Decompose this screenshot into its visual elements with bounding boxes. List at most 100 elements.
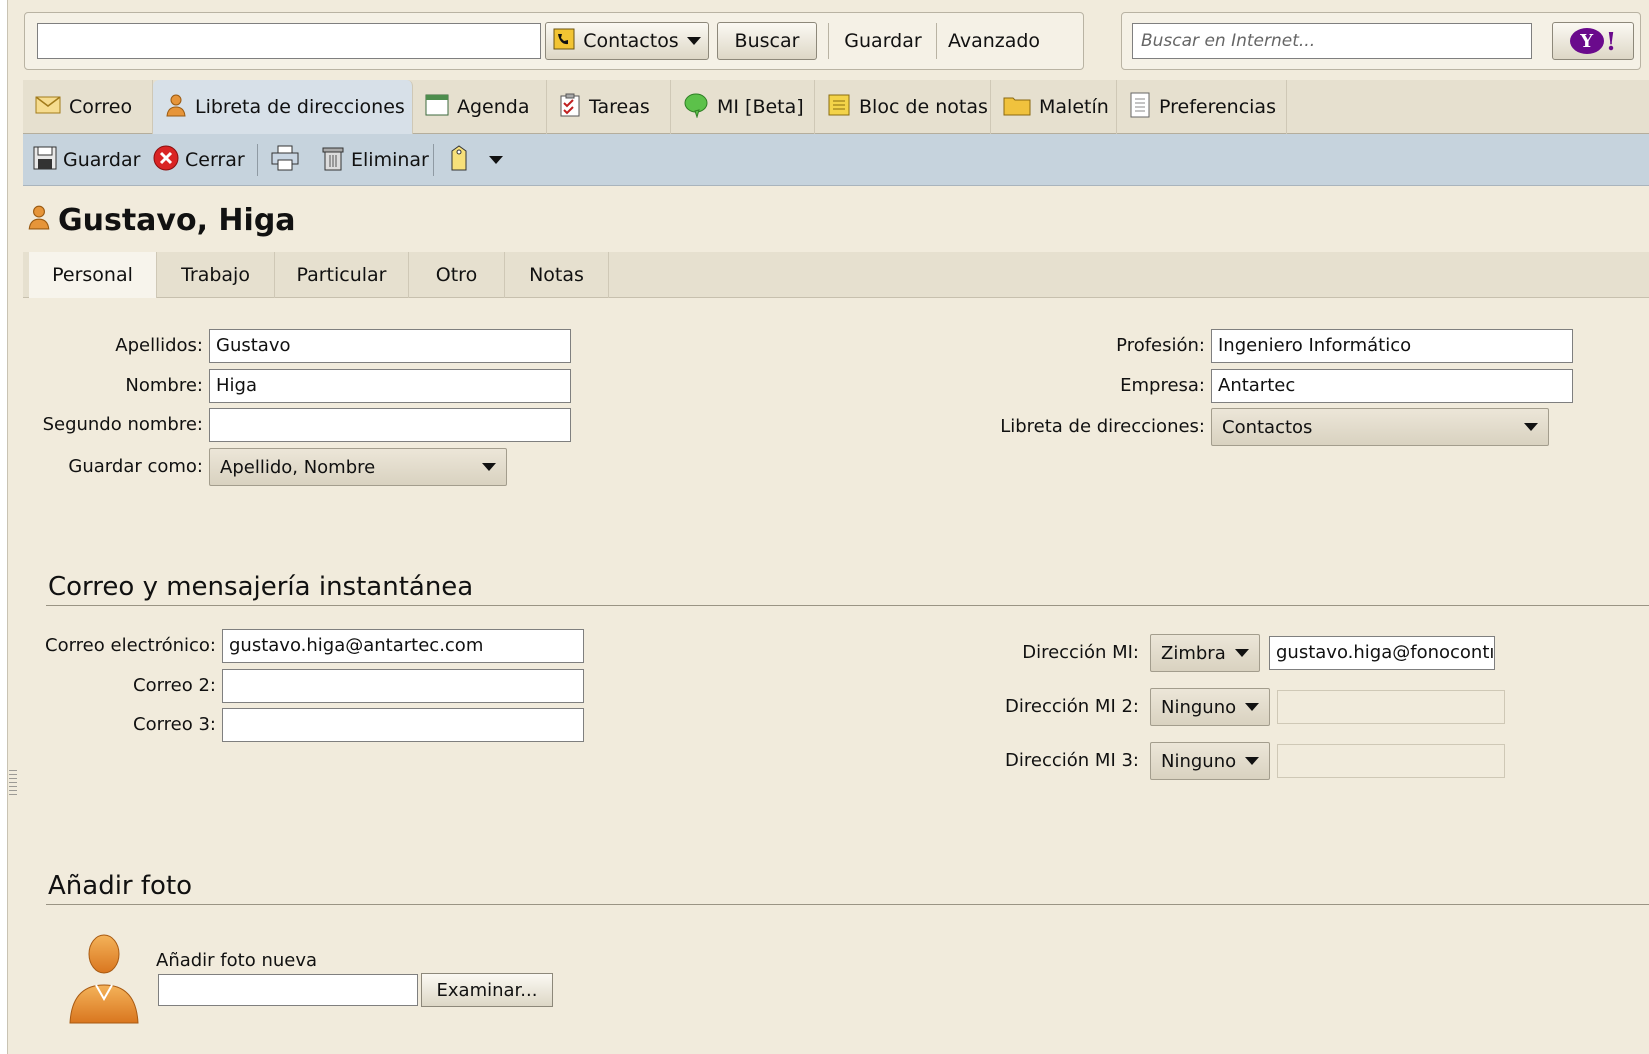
email3-field[interactable] <box>222 708 584 742</box>
im-service-value: Zimbra <box>1161 642 1226 664</box>
tab-label: Maletín <box>1039 96 1109 118</box>
im3-address-field <box>1277 744 1505 778</box>
delete-button[interactable]: Eliminar <box>321 134 429 186</box>
contact-icon <box>26 203 52 238</box>
tab-preferences[interactable]: Preferencias <box>1117 80 1287 134</box>
address-book-select[interactable]: Contactos <box>1211 408 1549 446</box>
contact-name: Gustavo, Higa <box>58 202 296 238</box>
calendar-icon <box>425 94 449 121</box>
file-as-label: Guardar como: <box>68 456 203 477</box>
company-label: Empresa: <box>1120 375 1205 396</box>
last-name-label: Apellidos: <box>115 335 203 356</box>
profession-label: Profesión: <box>1116 335 1205 356</box>
email2-field[interactable] <box>222 669 584 703</box>
im2-service-value: Ninguno <box>1161 696 1237 718</box>
address-book-label: Libreta de direcciones: <box>1000 416 1205 437</box>
im3-service-select[interactable]: Ninguno <box>1150 742 1270 780</box>
address-book-value: Contactos <box>1222 416 1313 438</box>
profession-field[interactable]: Ingeniero Informático <box>1211 329 1573 363</box>
search-scope-dropdown[interactable]: Contactos <box>545 22 709 60</box>
middle-name-label: Segundo nombre: <box>42 414 203 435</box>
save-icon <box>33 146 57 175</box>
tab-work[interactable]: Trabajo <box>157 252 275 298</box>
search-input[interactable] <box>37 23 541 59</box>
page-title: Gustavo, Higa <box>26 200 296 240</box>
close-button[interactable]: Cerrar <box>153 134 245 186</box>
tab-tasks[interactable]: Tareas <box>547 80 671 134</box>
email-section-heading: Correo y mensajería instantánea <box>48 572 474 602</box>
im-label: Dirección MI: <box>1022 642 1139 663</box>
preferences-icon <box>1129 92 1151 123</box>
email3-label: Correo 3: <box>133 714 216 735</box>
file-as-select[interactable]: Apellido, Nombre <box>209 448 507 486</box>
web-search-group: Y! <box>1121 12 1641 70</box>
yahoo-logo-icon: Y <box>1569 28 1604 54</box>
im-service-select[interactable]: Zimbra <box>1150 634 1260 672</box>
email-field[interactable]: gustavo.higa@antartec.com <box>222 629 584 663</box>
tag-menu-button[interactable] <box>449 134 503 186</box>
last-name-field[interactable]: Gustavo <box>209 329 571 363</box>
tab-calendar[interactable]: Agenda <box>413 80 547 134</box>
app-window: Contactos Buscar Guardar Avanzado Y! Cor… <box>0 0 1649 1054</box>
advanced-search-button[interactable]: Avanzado <box>941 23 1047 59</box>
contact-icon <box>165 93 187 122</box>
tab-notebook[interactable]: Bloc de notas <box>815 80 991 134</box>
company-field[interactable]: Antartec <box>1211 369 1573 403</box>
tab-label: Agenda <box>457 96 530 118</box>
tab-mail[interactable]: Correo <box>23 80 153 134</box>
im2-label: Dirección MI 2: <box>1005 696 1139 717</box>
print-button[interactable] <box>271 134 299 186</box>
tab-notes[interactable]: Notas <box>505 252 609 298</box>
first-name-field[interactable]: Higa <box>209 369 571 403</box>
mail-icon <box>35 95 61 120</box>
tab-briefcase[interactable]: Maletín <box>991 80 1117 134</box>
middle-name-field[interactable] <box>209 408 571 442</box>
section-divider <box>46 605 1649 606</box>
file-as-value: Apellido, Nombre <box>220 456 376 478</box>
close-icon <box>153 145 179 176</box>
tab-other[interactable]: Otro <box>409 252 505 298</box>
pane-splitter-handle[interactable] <box>9 770 17 798</box>
trash-icon <box>321 145 345 176</box>
app-tabs: Correo Libreta de direcciones Agenda Tar… <box>23 80 1649 134</box>
web-search-input[interactable] <box>1132 23 1532 59</box>
chevron-down-icon <box>1524 423 1538 431</box>
tab-address-book[interactable]: Libreta de direcciones <box>153 80 413 134</box>
new-photo-label: Añadir foto nueva <box>156 950 318 971</box>
divider <box>257 144 258 176</box>
divider <box>828 23 829 59</box>
briefcase-icon <box>1003 94 1031 121</box>
chevron-down-icon <box>686 37 701 45</box>
email-label: Correo electrónico: <box>45 635 216 656</box>
contact-toolbar: Guardar Cerrar Eliminar <box>23 134 1649 186</box>
tag-icon <box>449 144 469 176</box>
save-button[interactable]: Guardar <box>33 134 140 186</box>
im2-service-select[interactable]: Ninguno <box>1150 688 1270 726</box>
tab-home[interactable]: Particular <box>275 252 409 298</box>
im2-address-field <box>1277 690 1505 724</box>
print-icon <box>271 145 299 176</box>
contact-section-tabs: Personal Trabajo Particular Otro Notas <box>23 252 1649 298</box>
delete-label: Eliminar <box>351 149 429 171</box>
email2-label: Correo 2: <box>133 675 216 696</box>
browse-button[interactable]: Examinar... <box>421 973 553 1007</box>
yahoo-search-button[interactable]: Y! <box>1552 22 1634 60</box>
tab-im[interactable]: MI [Beta] <box>671 80 815 134</box>
chevron-down-icon <box>1245 757 1259 765</box>
person-silhouette-icon <box>69 934 139 1024</box>
left-pane-edge <box>0 0 8 1054</box>
tasks-icon <box>559 93 581 122</box>
tab-label: Libreta de direcciones <box>195 96 405 118</box>
tab-label: Tareas <box>589 96 650 118</box>
photo-file-field[interactable] <box>158 974 418 1006</box>
im-address-field[interactable]: gustavo.higa@fonocontı <box>1269 636 1495 670</box>
search-button[interactable]: Buscar <box>717 22 817 60</box>
contacts-scope-icon <box>553 28 575 55</box>
section-divider <box>46 904 1649 905</box>
first-name-label: Nombre: <box>125 375 203 396</box>
avatar <box>68 932 140 1029</box>
save-search-button[interactable]: Guardar <box>835 23 931 59</box>
im3-label: Dirección MI 3: <box>1005 750 1139 771</box>
tab-label: Preferencias <box>1159 96 1276 118</box>
tab-personal[interactable]: Personal <box>29 252 157 298</box>
